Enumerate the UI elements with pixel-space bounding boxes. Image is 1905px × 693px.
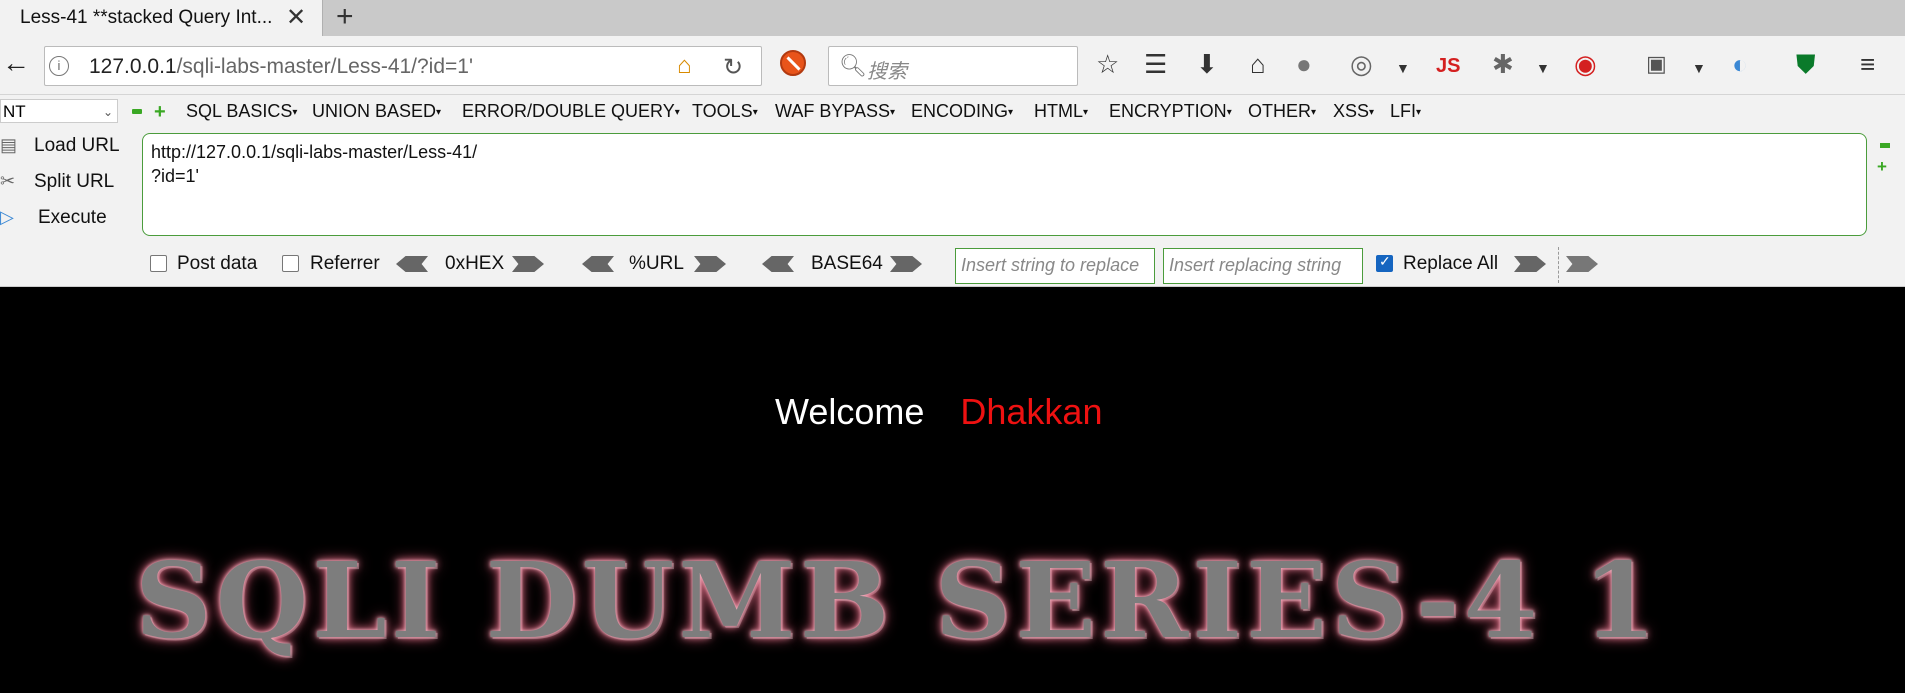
download-icon[interactable]: ⬇	[1196, 50, 1218, 78]
menu-union-based[interactable]: UNION BASED▾	[312, 101, 441, 122]
url-encode-label: %URL	[629, 253, 684, 274]
menu-waf-bypass[interactable]: WAF BYPASS▾	[775, 101, 895, 122]
replace-go-icon[interactable]	[1514, 256, 1546, 272]
url-decode-icon[interactable]	[582, 256, 614, 272]
url-host: 127.0.0.1	[89, 55, 177, 78]
reading-list-icon[interactable]: ☰	[1144, 50, 1167, 78]
js-icon[interactable]: JS	[1436, 52, 1460, 80]
address-bar[interactable]: i 127.0.0.1/sqli-labs-master/Less-41/?id…	[44, 46, 762, 86]
w-shield-icon[interactable]: ⛊	[1796, 50, 1816, 78]
bookmark-star-icon[interactable]: ☆	[1096, 50, 1119, 78]
post-data-checkbox[interactable]	[150, 255, 167, 272]
replace-all-checkbox[interactable]	[1376, 253, 1393, 272]
globe-icon[interactable]: ●	[1296, 50, 1312, 78]
version-select-value: NT	[3, 102, 26, 121]
base64-label: BASE64	[811, 253, 883, 274]
url-text[interactable]: 127.0.0.1/sqli-labs-master/Less-41/?id=1…	[89, 55, 473, 79]
plus-icon[interactable]: +	[154, 101, 166, 124]
replace-all-label: Replace All	[1403, 253, 1499, 274]
version-select[interactable]: NT ⌄	[0, 99, 118, 123]
hackbar-panel: ▤ Load URL ✂ Split URL ▷ Execute http://127…	[0, 131, 1905, 287]
split-url-button[interactable]: ✂ Split URL	[0, 171, 114, 193]
hackbar-menu: NT ⌄ + SQL BASICS▾ UNION BASED▾ ERROR/DO…	[0, 95, 1905, 131]
url-encode-icon[interactable]	[694, 256, 726, 272]
chevron-down-icon[interactable]: ▼	[1396, 54, 1410, 82]
options-row: Post data Referrer 0xHEX %URL BASE64 Ins…	[0, 247, 1905, 284]
new-tab-button[interactable]: +	[336, 0, 354, 34]
menu-error-double-query[interactable]: ERROR/DOUBLE QUERY▾	[462, 101, 680, 122]
info-icon[interactable]: i	[49, 56, 69, 76]
menu-xss[interactable]: XSS▾	[1333, 101, 1374, 122]
load-url-icon: ▤	[0, 135, 18, 155]
execute-button[interactable]: ▷ Execute	[0, 207, 107, 229]
base64-encode-icon[interactable]	[890, 256, 922, 272]
chevron-down-icon[interactable]: ▼	[1692, 54, 1706, 82]
menu-lfi[interactable]: LFI▾	[1390, 101, 1421, 122]
menu-encryption[interactable]: ENCRYPTION▾	[1109, 101, 1232, 122]
menu-encoding[interactable]: ENCODING▾	[911, 101, 1013, 122]
menu-sql-basics[interactable]: SQL BASICS▾	[186, 101, 297, 122]
navigation-bar: ← i 127.0.0.1/sqli-labs-master/Less-41/?…	[0, 36, 1905, 95]
minus-icon[interactable]	[1880, 143, 1890, 148]
execute-icon: ▷	[0, 207, 14, 227]
hex-label: 0xHEX	[445, 253, 505, 274]
welcome-label: Welcome	[775, 391, 925, 432]
series-banner: SQLI DUMB SERIES-4 1	[135, 539, 1661, 662]
noscript-icon[interactable]	[780, 50, 806, 76]
translate-icon[interactable]: ◐	[1732, 50, 1748, 78]
hex-encode-icon[interactable]	[512, 256, 544, 272]
search-placeholder: 搜索	[867, 61, 907, 83]
close-tab-icon[interactable]: ✕	[286, 3, 306, 32]
divider	[1558, 247, 1560, 283]
replacing-string-input[interactable]: Insert replacing string	[1163, 248, 1363, 284]
hex-decode-icon[interactable]	[396, 256, 428, 272]
referrer-label: Referrer	[310, 253, 380, 274]
replace-string-input[interactable]: Insert string to replace	[955, 248, 1155, 284]
replace-next-icon[interactable]	[1566, 256, 1598, 272]
chevron-down-icon[interactable]: ▼	[1536, 54, 1550, 82]
active-tab[interactable]: Less-41 **stacked Query Int... ✕	[0, 0, 323, 36]
user-name: Dhakkan	[960, 391, 1103, 432]
menu-html[interactable]: HTML▾	[1034, 101, 1088, 122]
minus-icon[interactable]	[132, 109, 142, 114]
tab-title: Less-41 **stacked Query Int...	[20, 7, 273, 28]
referrer-checkbox[interactable]	[282, 255, 299, 272]
plus-icon[interactable]: +	[1877, 157, 1887, 177]
window-icon[interactable]: ▣	[1646, 50, 1667, 78]
url-path: /sqli-labs-master/Less-41/?id=1'	[176, 55, 473, 78]
search-icon: 🔍︎	[839, 53, 867, 78]
menu-tools[interactable]: TOOLS▾	[692, 101, 758, 122]
welcome-text: Welcome Dhakkan	[775, 391, 1102, 433]
reload-icon[interactable]: ↻	[723, 53, 743, 82]
shield-red-icon[interactable]: ◉	[1574, 50, 1597, 78]
palette-icon[interactable]: ◎	[1350, 50, 1373, 78]
load-url-button[interactable]: ▤ Load URL	[0, 135, 120, 157]
base64-decode-icon[interactable]	[762, 256, 794, 272]
home-toolbar-icon[interactable]: ⌂	[1250, 50, 1266, 78]
post-data-label: Post data	[177, 253, 258, 274]
menu-other[interactable]: OTHER▾	[1248, 101, 1316, 122]
url-textarea[interactable]: http://127.0.0.1/sqli-labs-master/Less-4…	[142, 133, 1867, 236]
back-icon[interactable]: ←	[2, 48, 32, 78]
page-content: Welcome Dhakkan SQLI DUMB SERIES-4 1	[0, 287, 1905, 693]
home-icon[interactable]: ⌂	[677, 52, 692, 80]
chevron-down-icon: ⌄	[102, 105, 113, 119]
split-url-icon: ✂	[0, 171, 16, 191]
bug-icon[interactable]: ✱	[1492, 50, 1514, 78]
search-input[interactable]: 🔍︎ 搜索	[828, 46, 1078, 86]
menu-icon[interactable]: ≡	[1860, 50, 1875, 78]
tab-bar: Less-41 **stacked Query Int... ✕ +	[0, 0, 1905, 36]
